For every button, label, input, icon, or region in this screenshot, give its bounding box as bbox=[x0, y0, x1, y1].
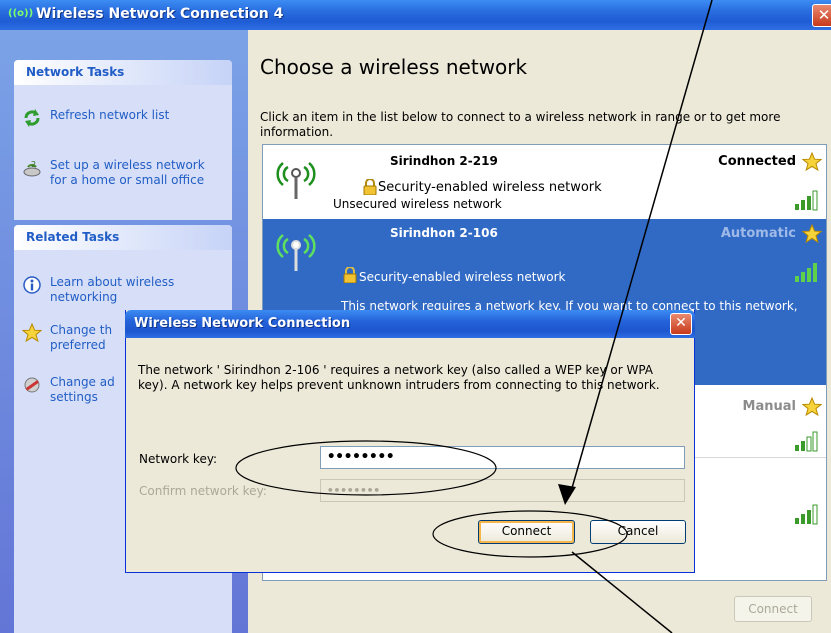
signal-strength-icon bbox=[795, 190, 818, 211]
signal-strength-icon bbox=[795, 431, 818, 452]
setup-label: Set up a wireless network for a home or … bbox=[50, 158, 205, 187]
related-tasks-header: Related Tasks bbox=[14, 225, 232, 250]
network-name: Sirindhon 2-106 bbox=[390, 226, 498, 240]
lock-icon bbox=[363, 179, 377, 195]
network-tasks-panel: Network Tasks Refresh network list 2 Set… bbox=[14, 60, 232, 220]
page-heading: Choose a wireless network bbox=[260, 55, 528, 79]
instructions-text: Click an item in the list below to conne… bbox=[260, 110, 781, 139]
learn-label: Learn about wireless networking bbox=[50, 275, 175, 304]
setup-wizard-icon: 2 bbox=[23, 160, 41, 177]
network-key-dialog: Wireless Network Connection ✕ The networ… bbox=[125, 310, 695, 573]
window-title: Wireless Network Connection 4 bbox=[36, 6, 284, 22]
security-label: Security-enabled wireless network bbox=[378, 180, 602, 195]
security-sublabel: Unsecured wireless network bbox=[333, 197, 502, 211]
dialog-title: Wireless Network Connection bbox=[134, 316, 351, 331]
close-button[interactable]: ✕ bbox=[812, 4, 831, 27]
signal-strength-icon bbox=[795, 504, 818, 525]
wireless-icon: ((o)) bbox=[8, 8, 34, 19]
change-order-label: Change th preferred bbox=[50, 323, 113, 352]
network-name: Sirindhon 2-219 bbox=[390, 154, 498, 168]
dialog-titlebar[interactable]: Wireless Network Connection ✕ bbox=[125, 310, 695, 338]
svg-text:2: 2 bbox=[31, 160, 36, 169]
network-tasks-header: Network Tasks bbox=[14, 60, 232, 85]
settings-icon bbox=[24, 377, 40, 393]
confirm-key-label: Confirm network key: bbox=[139, 484, 267, 498]
signal-strength-icon bbox=[795, 263, 817, 282]
dialog-close-button[interactable]: ✕ bbox=[670, 313, 692, 335]
dialog-message: The network ' Sirindhon 2-106 ' requires… bbox=[138, 363, 660, 392]
connect-button[interactable]: Connect bbox=[734, 596, 812, 622]
change-settings-label: Change ad settings bbox=[50, 375, 115, 404]
antenna-icon bbox=[276, 162, 316, 199]
security-label: Security-enabled wireless network bbox=[359, 270, 566, 284]
network-key-label: Network key: bbox=[139, 452, 218, 466]
info-icon bbox=[23, 276, 41, 294]
star-icon bbox=[802, 152, 822, 172]
star-icon bbox=[22, 323, 42, 343]
refresh-label: Refresh network list bbox=[50, 108, 170, 122]
network-row-sirindhon-2-219[interactable]: Sirindhon 2-219 Connected Security-enabl… bbox=[263, 145, 826, 219]
network-status: Automatic bbox=[720, 226, 796, 241]
star-icon bbox=[802, 397, 822, 417]
dialog-cancel-button[interactable]: Cancel bbox=[590, 520, 686, 544]
lock-icon bbox=[343, 267, 357, 283]
star-icon bbox=[802, 224, 822, 244]
dialog-connect-button[interactable]: Connect bbox=[478, 520, 575, 544]
network-status: Connected bbox=[718, 154, 796, 169]
network-key-field[interactable]: •••••••• bbox=[320, 446, 685, 469]
antenna-icon bbox=[276, 234, 316, 271]
confirm-key-field[interactable]: •••••••• bbox=[320, 479, 685, 502]
main-titlebar[interactable]: ((o)) Wireless Network Connection 4 ✕ bbox=[0, 0, 831, 30]
network-status: Manual bbox=[742, 399, 796, 414]
refresh-icon bbox=[24, 109, 40, 127]
